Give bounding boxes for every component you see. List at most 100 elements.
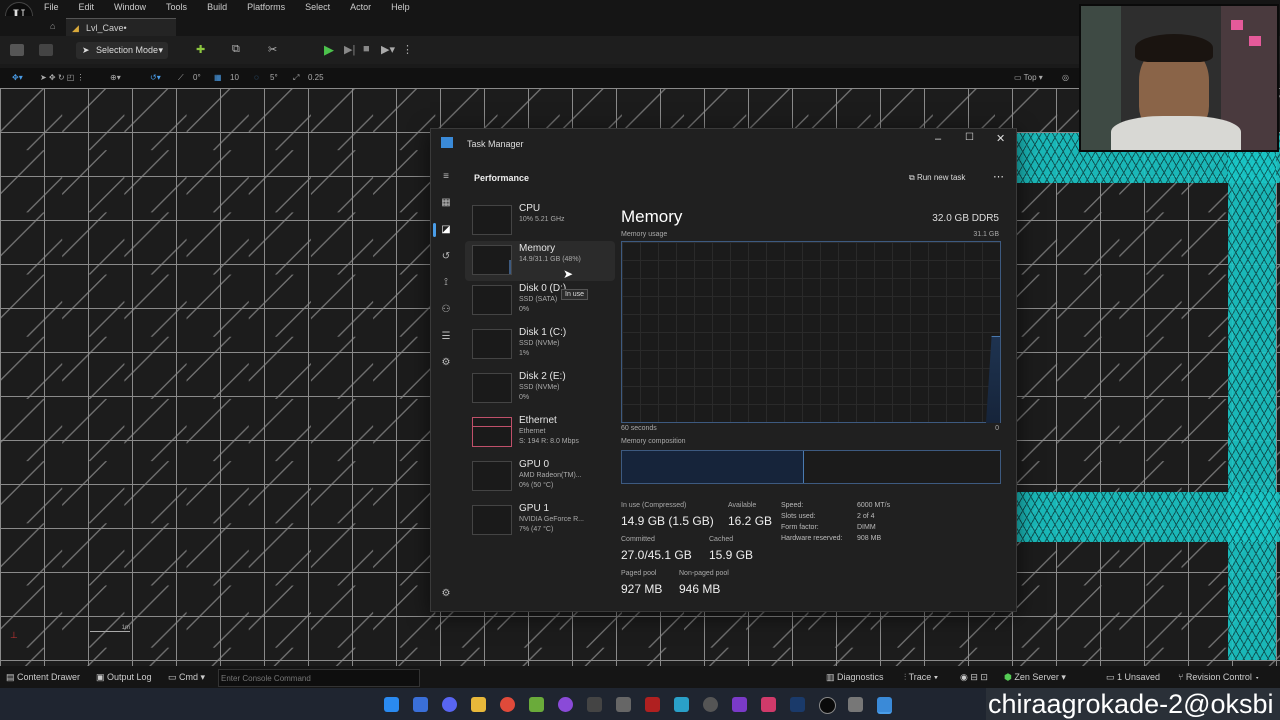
- minimize-icon[interactable]: –: [935, 133, 941, 145]
- launch-icon[interactable]: ▶▾: [381, 43, 395, 56]
- level-tab[interactable]: ◢ Lvl_Cave•: [66, 18, 176, 36]
- photoshop-icon[interactable]: [790, 697, 805, 712]
- rotation-snap-icon[interactable]: ⟋: [178, 73, 184, 83]
- device-gpu-1[interactable]: GPU 1 NVIDIA GeForce R... 7% (47 °C): [465, 501, 615, 541]
- device-name: Memory: [519, 243, 556, 254]
- snipping-icon[interactable]: [616, 697, 631, 712]
- content-drawer-button[interactable]: ▤ Content Drawer: [6, 672, 80, 683]
- obs-icon[interactable]: [558, 697, 573, 712]
- device-ethernet[interactable]: Ethernet Ethernet S: 194 R: 8.0 Mbps: [465, 413, 615, 453]
- device-usage: 0% (50 °C): [519, 482, 554, 489]
- cave-mesh-right[interactable]: [1228, 150, 1276, 660]
- trace-dropdown[interactable]: ⫶ Trace ▾: [904, 672, 938, 683]
- zen-server-dropdown[interactable]: ⬢ Zen Server ▾: [1004, 672, 1066, 683]
- settings-icon[interactable]: ⚙: [440, 588, 452, 600]
- calculator-icon[interactable]: [848, 697, 863, 712]
- select-tool-icon[interactable]: ➤ ✥ ↻ ◰ ⋮: [40, 73, 85, 82]
- diagnostics-button[interactable]: ▥ Diagnostics: [826, 672, 884, 683]
- memory-usage-max: 31.1 GB: [973, 231, 999, 238]
- details-icon[interactable]: ☰: [440, 331, 452, 343]
- step-icon[interactable]: ▶|: [344, 43, 355, 56]
- task-manager-window[interactable]: Task Manager – ☐ ✕ ≡ ▦ ◪ ↺ ⟟ ⚇ ☰ ⚙ ⚙ Per…: [430, 128, 1017, 612]
- device-disk-1[interactable]: Disk 1 (C:) SSD (NVMe) 1%: [465, 325, 615, 365]
- menu-window[interactable]: Window: [114, 2, 146, 12]
- stop-icon[interactable]: ■: [363, 43, 370, 55]
- services-icon[interactable]: ⚙: [440, 357, 452, 369]
- menu-file[interactable]: File: [44, 2, 59, 12]
- add-actor-icon[interactable]: ✚: [196, 43, 205, 56]
- close-icon[interactable]: ✕: [996, 132, 1005, 145]
- chrome-icon[interactable]: [500, 697, 515, 712]
- watermark-text: chiraagrokade-2@oksbi: [986, 688, 1280, 720]
- menu-help[interactable]: Help: [391, 2, 410, 12]
- snap-icon[interactable]: ↺▾: [150, 73, 161, 82]
- output-log-button[interactable]: ▣ Output Log: [96, 672, 152, 683]
- menu-edit[interactable]: Edit: [79, 2, 95, 12]
- device-gpu-0[interactable]: GPU 0 AMD Radeon(TM)... 0% (50 °C): [465, 457, 615, 497]
- content-icon[interactable]: [39, 44, 53, 56]
- hamburger-menu-icon[interactable]: ≡: [440, 171, 452, 183]
- device-disk-2[interactable]: Disk 2 (E:) SSD (NVMe) 0%: [465, 369, 615, 409]
- menu-build[interactable]: Build: [207, 2, 227, 12]
- unsaved-button[interactable]: ▭ 1 Unsaved: [1106, 672, 1160, 683]
- more-options-icon[interactable]: ⋮: [402, 43, 413, 56]
- device-disk-0[interactable]: Disk 0 (D:) SSD (SATA) 0%: [465, 281, 615, 321]
- discord-icon[interactable]: [442, 697, 457, 712]
- menu-tools[interactable]: Tools: [166, 2, 187, 12]
- visual-studio-icon[interactable]: [732, 697, 747, 712]
- selection-mode-dropdown[interactable]: ➤ Selection Mode ▾: [76, 42, 168, 59]
- console-command-input[interactable]: [218, 669, 420, 687]
- in-use-value: 14.9 GB (1.5 GB): [621, 514, 714, 528]
- more-menu-icon[interactable]: ⋯: [993, 170, 1004, 183]
- file-explorer-icon[interactable]: [471, 697, 486, 712]
- task-manager-taskbar-icon[interactable]: [877, 697, 892, 714]
- maximize-icon[interactable]: ☐: [965, 132, 974, 143]
- play-icon[interactable]: ▶: [324, 42, 334, 58]
- github-icon[interactable]: [703, 697, 718, 712]
- cave-mesh-bottom[interactable]: [1016, 492, 1280, 542]
- device-thumbnail: [472, 285, 512, 315]
- scale-snap-icon[interactable]: ⤢: [293, 73, 299, 83]
- cmd-dropdown[interactable]: ▭ Cmd ▾: [168, 672, 205, 683]
- menu-select[interactable]: Select: [305, 2, 330, 12]
- record-icon[interactable]: ◉ ⊟ ⊡: [960, 672, 988, 683]
- store-icon[interactable]: [674, 697, 689, 712]
- rotation-value[interactable]: 0°: [193, 73, 201, 82]
- recorder-icon[interactable]: [761, 697, 776, 712]
- startup-apps-icon[interactable]: ⟟: [440, 277, 452, 289]
- device-detail: NVIDIA GeForce R...: [519, 516, 584, 523]
- memory-in-use-fill: [622, 451, 804, 483]
- transform-icon[interactable]: ✥▾: [12, 73, 23, 82]
- unreal-taskbar-icon[interactable]: [819, 697, 836, 714]
- windows-start-icon[interactable]: [384, 697, 399, 712]
- angle-snap-icon[interactable]: ◌: [254, 73, 259, 82]
- app-history-icon[interactable]: ↺: [440, 251, 452, 263]
- device-cpu[interactable]: CPU 10% 5.21 GHz: [465, 201, 615, 241]
- device-usage: S: 194 R: 8.0 Mbps: [519, 438, 579, 445]
- menu-actor[interactable]: Actor: [350, 2, 371, 12]
- spec-label: Slots used:: [781, 513, 816, 520]
- grid-snap-icon[interactable]: ▦: [214, 73, 222, 82]
- device-memory[interactable]: Memory 14.9/31.1 GB (48%): [465, 241, 615, 281]
- lit-mode-icon[interactable]: ◎: [1062, 73, 1069, 82]
- processes-icon[interactable]: ▦: [440, 197, 452, 209]
- notepad-icon[interactable]: [529, 697, 544, 712]
- scale-value[interactable]: 0.25: [308, 73, 324, 82]
- view-mode-dropdown[interactable]: ▭ Top ▾: [1014, 73, 1043, 82]
- menu-platforms[interactable]: Platforms: [247, 2, 285, 12]
- netflix-icon[interactable]: [645, 697, 660, 712]
- world-icon[interactable]: ⊕▾: [110, 73, 121, 82]
- device-usage: 0%: [519, 306, 530, 313]
- cinematics-icon[interactable]: ✂: [268, 43, 277, 56]
- blueprint-icon[interactable]: ⧉: [232, 43, 240, 56]
- outlook-icon[interactable]: [413, 697, 428, 712]
- performance-icon[interactable]: ◪: [440, 224, 452, 236]
- run-new-task-button[interactable]: ⧉ Run new task: [909, 173, 965, 183]
- home-icon[interactable]: ⌂: [50, 21, 55, 31]
- users-icon[interactable]: ⚇: [440, 304, 452, 316]
- revision-control-dropdown[interactable]: ⑂ Revision Control ▾: [1178, 672, 1260, 682]
- terminal-icon[interactable]: [587, 697, 602, 712]
- grid-value[interactable]: 10: [230, 73, 239, 82]
- save-icon[interactable]: [10, 44, 24, 56]
- angle-value[interactable]: 5°: [270, 73, 278, 82]
